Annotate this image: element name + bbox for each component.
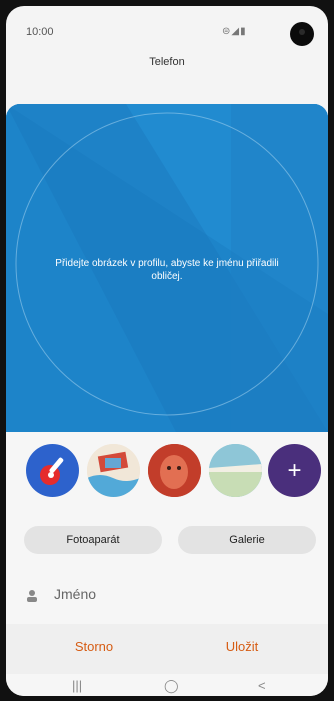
status-bar: 10:00 ⊜◢▮ xyxy=(6,6,328,46)
phone-frame: 10:00 ⊜◢▮ Telefon Přidejte obrázek v pro… xyxy=(0,0,334,701)
photo-hint-text: Přidejte obrázek v profilu, abyste ke jm… xyxy=(55,258,279,282)
status-icons: ⊜◢▮ xyxy=(222,26,247,37)
gallery-button[interactable]: Galerie xyxy=(178,526,316,554)
avatar-option-character[interactable] xyxy=(148,444,201,497)
avatar-option-beach[interactable] xyxy=(87,444,140,497)
landscape-icon xyxy=(209,444,262,497)
bottom-actions: Storno Uložit xyxy=(6,624,328,674)
name-field[interactable]: Jméno xyxy=(26,586,306,608)
navigation-bar: ||| ◯ < xyxy=(6,674,328,696)
profile-photo-area[interactable]: Přidejte obrázek v profilu, abyste ke jm… xyxy=(6,104,328,432)
person-icon xyxy=(27,590,37,602)
avatar-option-landscape[interactable] xyxy=(209,444,262,497)
avatar-options: + xyxy=(16,444,322,500)
app-title: Telefon xyxy=(149,56,185,68)
save-button[interactable]: Uložit xyxy=(182,639,302,654)
plus-icon: + xyxy=(287,457,302,484)
add-avatar-button[interactable]: + xyxy=(268,444,321,497)
screen: 10:00 ⊜◢▮ Telefon Přidejte obrázek v pro… xyxy=(6,6,328,696)
name-placeholder: Jméno xyxy=(54,586,97,602)
cancel-button[interactable]: Storno xyxy=(34,639,154,654)
back-icon[interactable]: < xyxy=(258,678,266,693)
home-icon[interactable]: ◯ xyxy=(164,678,179,694)
front-camera xyxy=(290,22,314,46)
beach-icon xyxy=(87,444,140,497)
avatar-option-sticker[interactable] xyxy=(26,444,79,497)
character-icon xyxy=(148,444,201,497)
recents-icon[interactable]: ||| xyxy=(72,678,82,693)
status-time: 10:00 xyxy=(26,26,54,38)
sticker-icon xyxy=(40,457,64,485)
camera-button[interactable]: Fotoaparát xyxy=(24,526,162,554)
